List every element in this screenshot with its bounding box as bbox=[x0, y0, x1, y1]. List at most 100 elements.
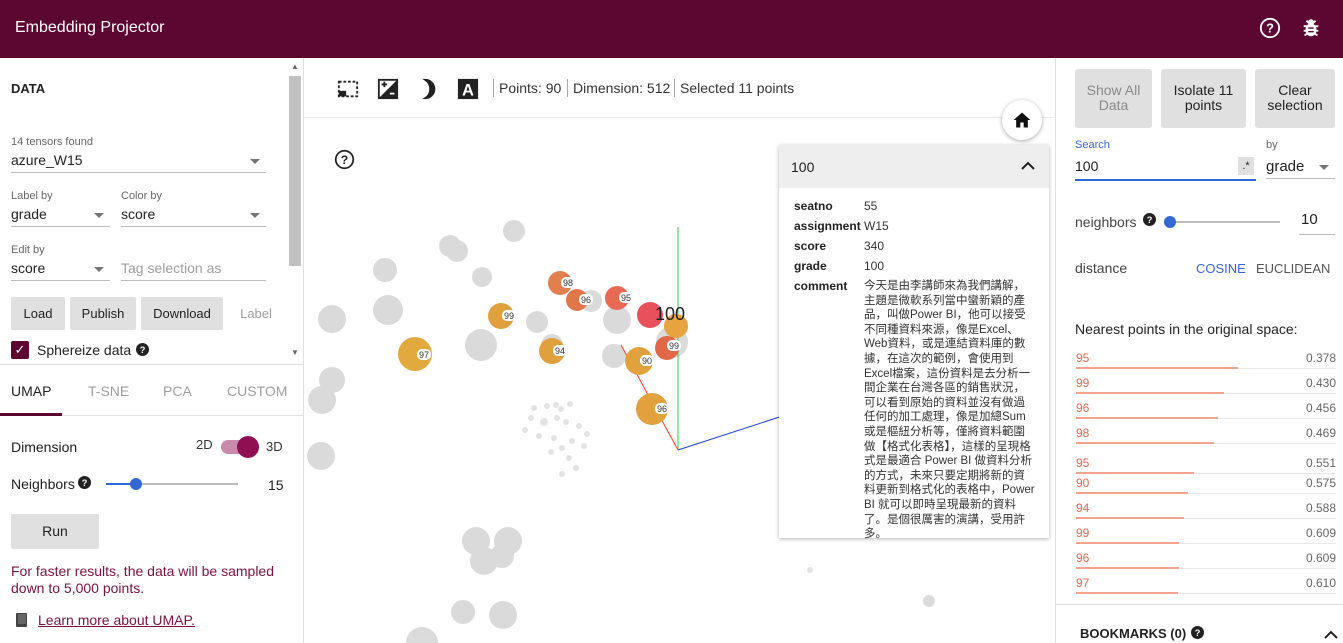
show-all-data-button[interactable]: Show All Data bbox=[1075, 69, 1152, 128]
inspector-panel: Show All Data Isolate 11 points Clear se… bbox=[1055, 58, 1343, 643]
select-rectangle-icon[interactable] bbox=[337, 78, 359, 100]
nearest-point-row[interactable]: 95 0.551 bbox=[1076, 456, 1336, 476]
learn-more-link[interactable]: Learn more about UMAP. bbox=[38, 612, 195, 628]
tab-umap[interactable]: UMAP bbox=[11, 383, 51, 399]
nearest-point-row[interactable]: 99 0.430 bbox=[1076, 376, 1336, 396]
cosine-button[interactable]: COSINE bbox=[1196, 261, 1246, 276]
distance-bar bbox=[1076, 392, 1224, 394]
scroll-thumb[interactable] bbox=[289, 76, 301, 266]
chevron-down-icon bbox=[94, 267, 104, 272]
distance-bar bbox=[1076, 472, 1194, 474]
moon-icon[interactable] bbox=[417, 78, 439, 100]
dimension-count: Dimension: 512 bbox=[573, 80, 671, 96]
labels-toggle-icon[interactable]: A bbox=[457, 78, 479, 100]
help-icon[interactable]: ? bbox=[136, 343, 149, 356]
publish-button[interactable]: Publish bbox=[70, 297, 136, 330]
tab-tsne[interactable]: T-SNE bbox=[88, 383, 129, 399]
metadata-card-header[interactable]: 100 bbox=[779, 145, 1049, 188]
divider bbox=[493, 79, 494, 97]
tensor-select[interactable]: azure_W15 bbox=[11, 149, 266, 173]
nearest-point-row[interactable]: 97 0.610 bbox=[1076, 576, 1336, 596]
nearest-distance: 0.610 bbox=[1305, 576, 1336, 590]
nearest-point-row[interactable]: 96 0.456 bbox=[1076, 401, 1336, 421]
nearest-label: 96 bbox=[1076, 551, 1090, 565]
projection-tabs: UMAP T-SNE PCA CUSTOM bbox=[0, 364, 304, 416]
load-button[interactable]: Load bbox=[11, 297, 65, 330]
nearest-label: 99 bbox=[1076, 376, 1090, 390]
chevron-up-icon[interactable] bbox=[1324, 630, 1338, 640]
tag-selection-input[interactable]: Tag selection as bbox=[121, 257, 266, 281]
svg-text:?: ? bbox=[1266, 21, 1274, 36]
edit-by-select[interactable]: score bbox=[11, 257, 110, 281]
nearest-distance: 0.430 bbox=[1305, 376, 1336, 390]
nearest-distance: 0.469 bbox=[1305, 426, 1336, 440]
reset-view-button[interactable] bbox=[1002, 100, 1042, 140]
bug-icon[interactable] bbox=[1300, 17, 1322, 39]
neighbors-input[interactable]: 10 bbox=[1299, 211, 1335, 235]
slider-knob[interactable] bbox=[130, 478, 142, 490]
nearest-label: 98 bbox=[1076, 426, 1090, 440]
neighbors-label: neighbors bbox=[1075, 214, 1137, 230]
night-mode-contrast-icon[interactable] bbox=[377, 78, 399, 100]
search-input[interactable]: 100 .* bbox=[1075, 154, 1256, 181]
help-icon[interactable]: ? bbox=[78, 476, 91, 489]
tab-pca[interactable]: PCA bbox=[163, 383, 192, 399]
nearest-point-row[interactable]: 98 0.469 bbox=[1076, 426, 1336, 446]
nearest-point-row[interactable]: 95 0.378 bbox=[1076, 351, 1336, 371]
color-by-label: Color by bbox=[121, 190, 162, 202]
distance-bar bbox=[1076, 592, 1178, 594]
sphereize-checkbox[interactable]: ✓ bbox=[11, 341, 29, 359]
neighbors-slider[interactable] bbox=[106, 478, 238, 490]
data-panel: DATA 14 tensors found azure_W15 Label by… bbox=[0, 58, 304, 643]
label-button[interactable]: Label bbox=[228, 297, 284, 330]
nearest-point-row[interactable]: 94 0.588 bbox=[1076, 501, 1336, 521]
svg-text:?: ? bbox=[1147, 215, 1153, 225]
point-label: 94 bbox=[555, 346, 565, 356]
nearest-label: 94 bbox=[1076, 501, 1090, 515]
meta-key: score bbox=[794, 239, 827, 253]
help-icon[interactable]: ? bbox=[1143, 213, 1156, 226]
regex-toggle[interactable]: .* bbox=[1238, 157, 1254, 175]
search-by-label: by bbox=[1266, 139, 1278, 151]
scroll-up-icon[interactable]: ▲ bbox=[291, 62, 299, 71]
search-by-select[interactable]: grade bbox=[1266, 155, 1335, 179]
meta-value: W15 bbox=[864, 219, 889, 233]
distance-bar bbox=[1076, 417, 1218, 419]
neighbors-value: 15 bbox=[268, 477, 284, 493]
color-by-value: score bbox=[121, 206, 156, 222]
slider-knob[interactable] bbox=[1164, 216, 1176, 228]
help-icon[interactable]: ? bbox=[1191, 626, 1204, 639]
bookmarks-divider bbox=[1056, 604, 1343, 605]
meta-key: assignment bbox=[794, 219, 861, 233]
isolate-points-button[interactable]: Isolate 11 points bbox=[1161, 69, 1246, 128]
meta-key: comment bbox=[794, 279, 848, 293]
euclidean-button[interactable]: EUCLIDEAN bbox=[1256, 261, 1330, 276]
chevron-up-icon[interactable] bbox=[1021, 161, 1035, 171]
tensors-found-label: 14 tensors found bbox=[11, 136, 93, 148]
toggle-knob[interactable] bbox=[237, 436, 259, 458]
bookmarks-title[interactable]: BOOKMARKS (0) bbox=[1080, 626, 1186, 641]
color-by-select[interactable]: score bbox=[121, 203, 266, 227]
point-label: 99 bbox=[669, 341, 679, 351]
dimension-toggle[interactable] bbox=[221, 436, 259, 458]
scroll-down-icon[interactable]: ▼ bbox=[291, 348, 299, 357]
tab-custom[interactable]: CUSTOM bbox=[227, 383, 287, 399]
book-icon bbox=[16, 613, 27, 627]
nearest-point-row[interactable]: 96 0.609 bbox=[1076, 551, 1336, 571]
download-button[interactable]: Download bbox=[141, 297, 223, 330]
help-icon[interactable]: ? bbox=[1259, 17, 1281, 39]
nearest-distance: 0.588 bbox=[1305, 501, 1336, 515]
label-by-select[interactable]: grade bbox=[11, 203, 110, 227]
metadata-card: 100 seatno 55 assignment W15 score 340 g… bbox=[779, 145, 1049, 540]
distance-bar bbox=[1076, 517, 1184, 519]
nn-slider[interactable] bbox=[1164, 216, 1280, 228]
data-scrollbar[interactable]: ▲ ▼ bbox=[288, 60, 302, 362]
clear-selection-button[interactable]: Clear selection bbox=[1255, 69, 1335, 128]
nearest-point-row[interactable]: 90 0.575 bbox=[1076, 476, 1336, 496]
chevron-down-icon bbox=[250, 213, 260, 218]
chevron-down-icon bbox=[1319, 165, 1329, 170]
run-button[interactable]: Run bbox=[11, 514, 99, 549]
point-label: 98 bbox=[563, 278, 573, 288]
nearest-label: 97 bbox=[1076, 576, 1090, 590]
nearest-point-row[interactable]: 99 0.609 bbox=[1076, 526, 1336, 546]
